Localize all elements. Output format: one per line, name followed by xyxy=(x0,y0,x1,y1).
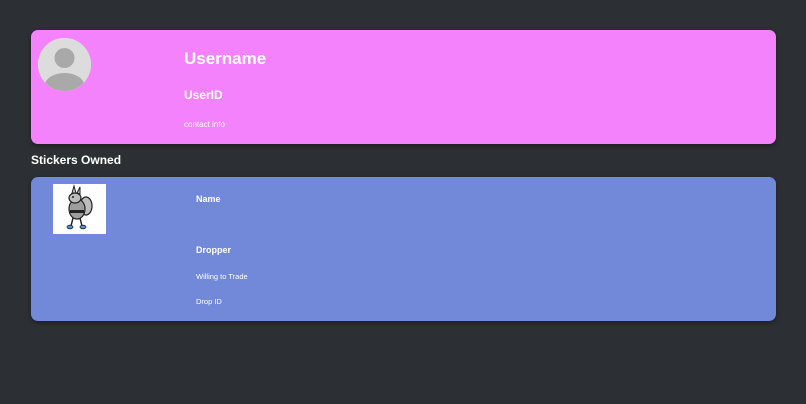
sticker-name: Name xyxy=(196,194,221,204)
sticker-trade-status: Willing to Trade xyxy=(196,272,248,281)
profile-contact-info: contact info xyxy=(184,120,225,129)
profile-username: Username xyxy=(184,49,267,68)
user-avatar-icon xyxy=(38,38,91,91)
sticker-card[interactable]: Name Dropper Willing to Trade Drop ID xyxy=(31,177,776,321)
profile-card: Username UserID contact info xyxy=(31,30,776,144)
stickers-owned-heading: Stickers Owned xyxy=(31,153,122,167)
sticker-dropper: Dropper xyxy=(196,245,232,255)
sticker-drop-id: Drop ID xyxy=(196,297,222,306)
sticker-image-icon xyxy=(53,184,106,234)
profile-user-id: UserID xyxy=(184,88,223,102)
